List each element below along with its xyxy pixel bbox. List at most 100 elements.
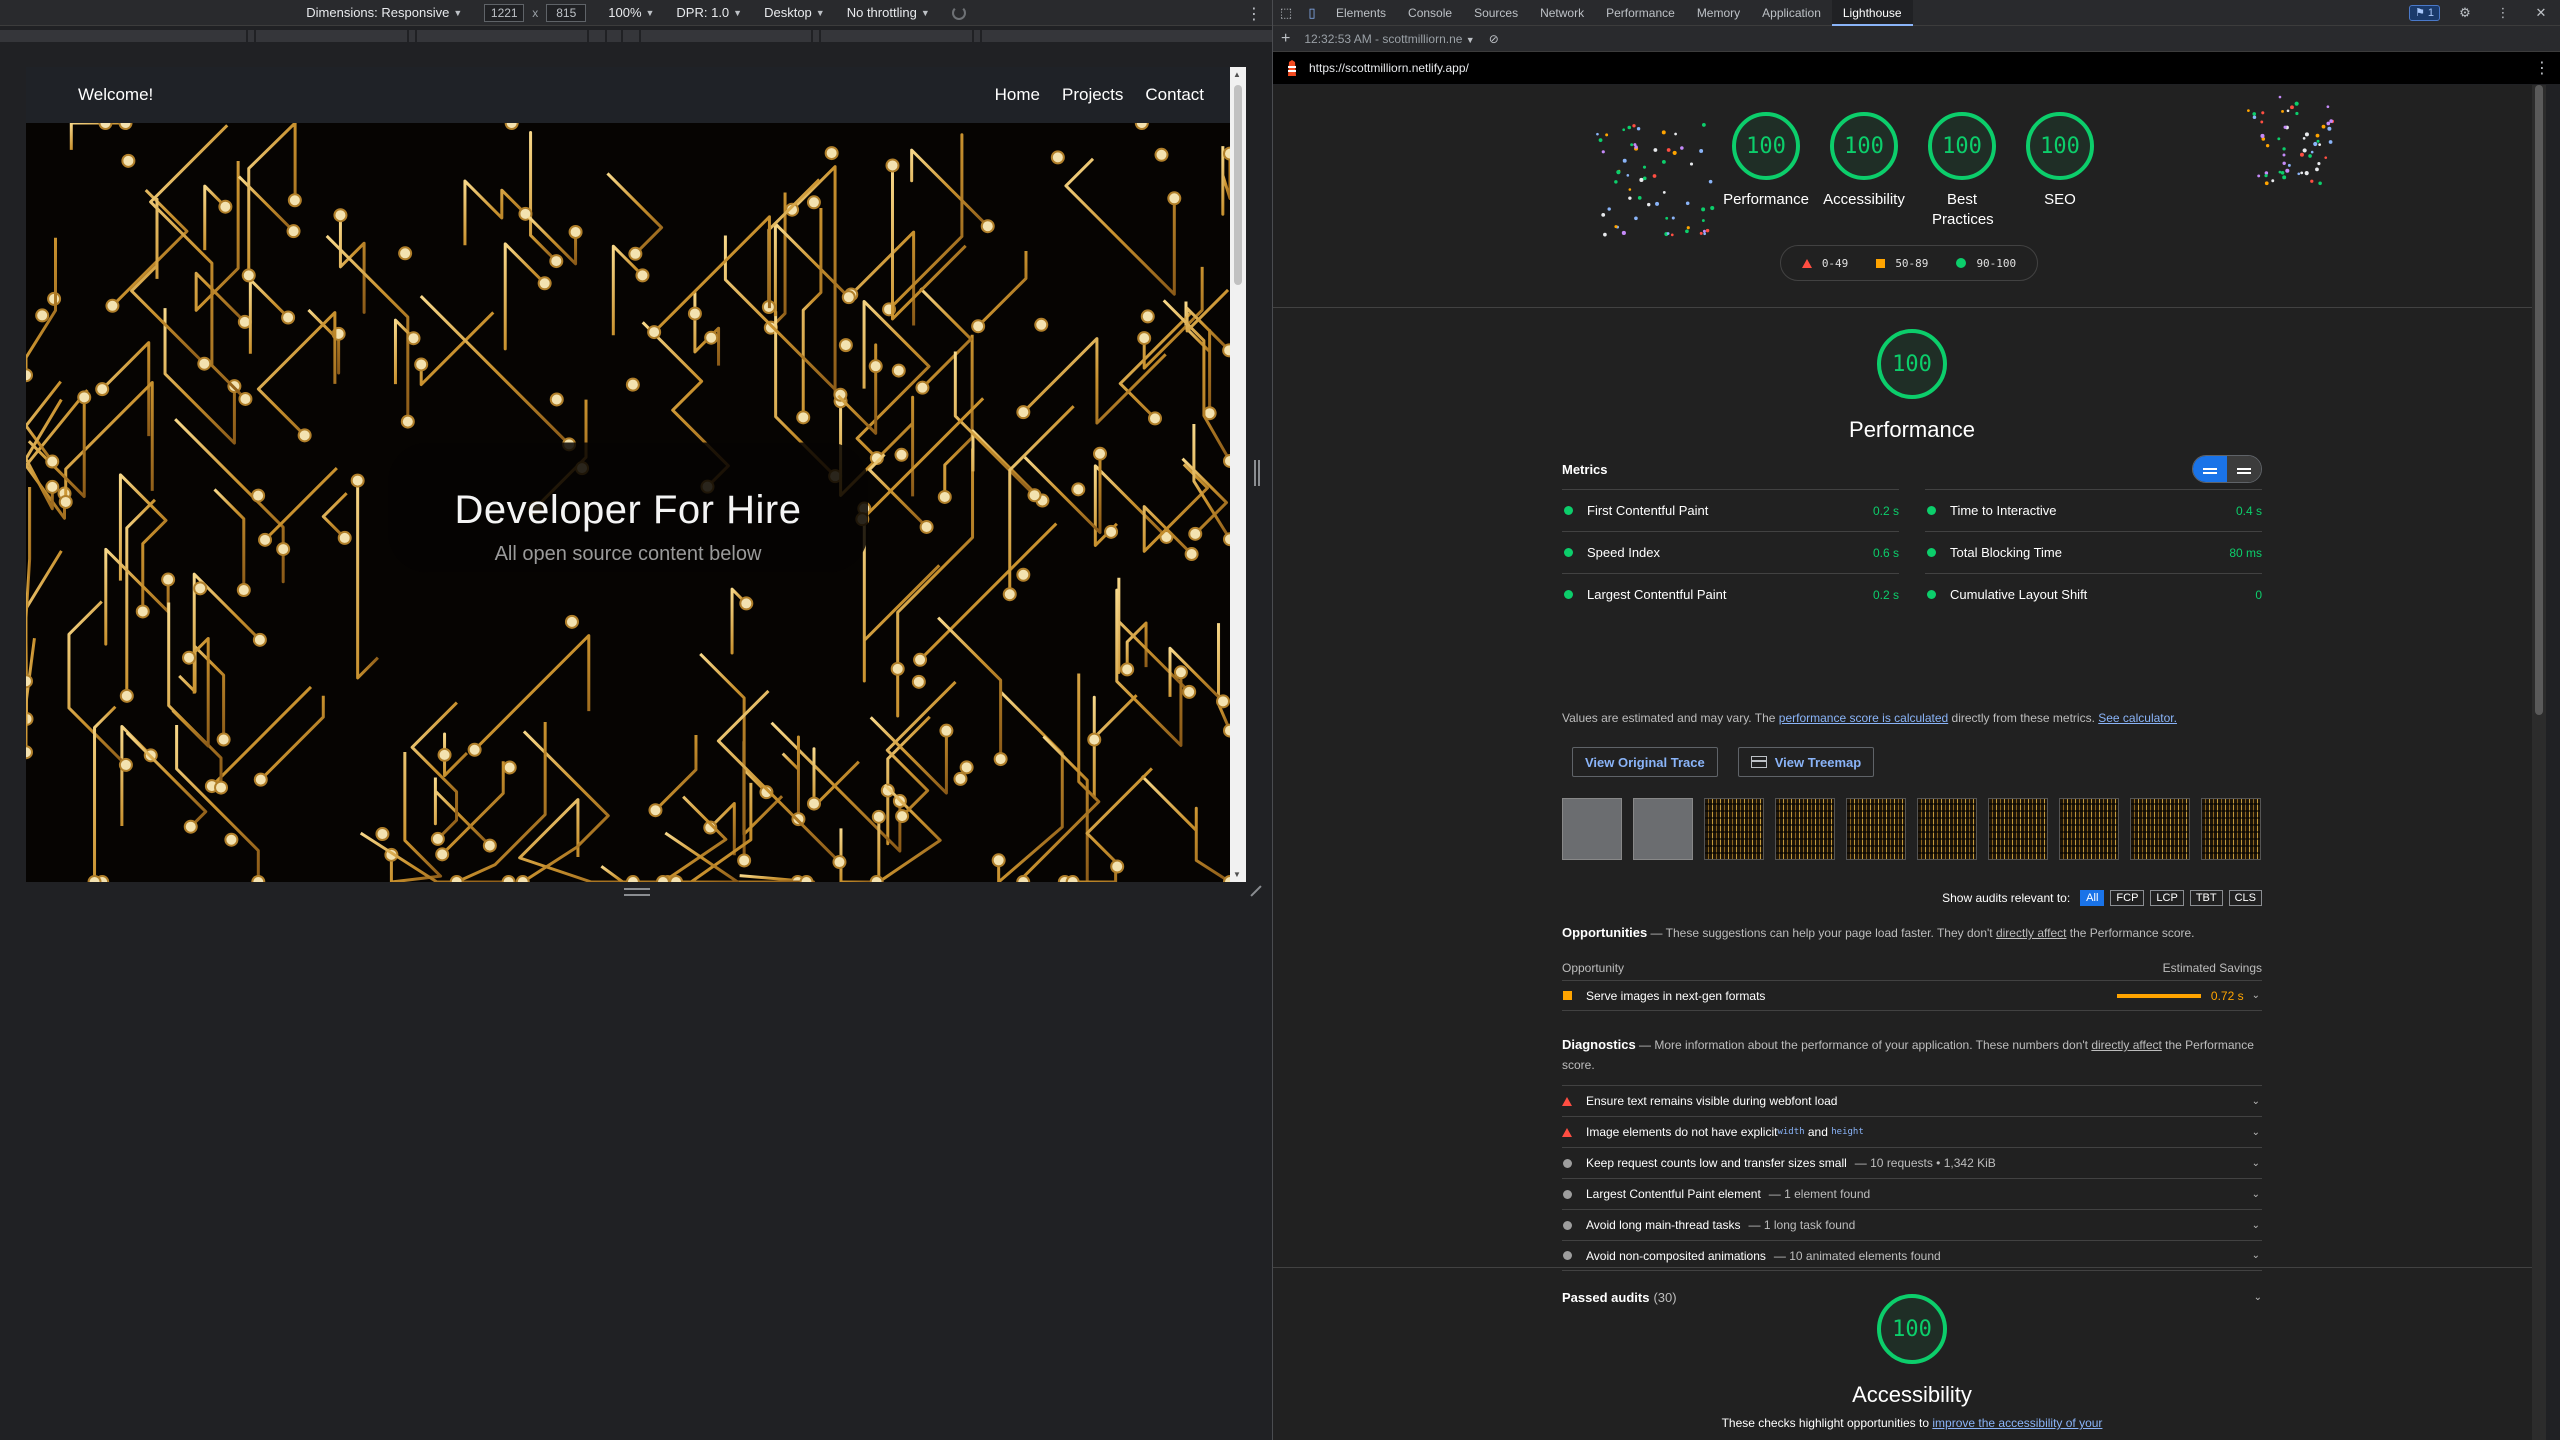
chevron-down-icon[interactable]: ⌄: [2252, 990, 2262, 1001]
chevron-down-icon[interactable]: ⌄: [2252, 1096, 2262, 1107]
emulated-viewport: Welcome! Home Projects Contact Developer…: [26, 67, 1246, 882]
media-query-segment[interactable]: [640, 30, 811, 42]
audit-row[interactable]: Image elements do not have explicit widt…: [1562, 1116, 2262, 1147]
close-icon[interactable]: ✕: [2528, 0, 2554, 26]
report-selector[interactable]: 12:32:53 AM - scottmilliorn.ne ▼: [1304, 32, 1474, 46]
scroll-up-icon[interactable]: ▲: [1233, 70, 1241, 79]
treemap-icon: [1750, 756, 1767, 768]
tab-network[interactable]: Network: [1529, 0, 1595, 26]
circuit-trace: [716, 689, 841, 864]
media-query-segment[interactable]: [820, 30, 973, 42]
media-query-segment[interactable]: [0, 30, 246, 42]
gauge-accessibility[interactable]: 100 Accessibility: [1820, 112, 1908, 230]
circuit-pad: [1050, 150, 1065, 165]
section-title-performance: Performance: [1849, 417, 1975, 442]
audit-row[interactable]: Ensure text remains visible during webfo…: [1562, 1085, 2262, 1116]
gauge-ring: 100: [1830, 112, 1898, 180]
tab-sources[interactable]: Sources: [1463, 0, 1529, 26]
scrollbar-thumb[interactable]: [2535, 85, 2543, 715]
expanded-view-button[interactable]: [2227, 456, 2261, 482]
media-query-segment[interactable]: [812, 30, 819, 42]
rotate-button[interactable]: [951, 5, 966, 20]
more-options-icon[interactable]: ⋮: [2534, 58, 2550, 78]
zoom-dropdown[interactable]: 100% ▼: [608, 5, 654, 20]
media-query-segment[interactable]: [417, 30, 588, 42]
media-query-segment[interactable]: [247, 30, 254, 42]
audit-row[interactable]: Serve images in next-gen formats 0.72 s …: [1562, 980, 2262, 1011]
media-query-bar[interactable]: [0, 30, 1272, 42]
audit-row[interactable]: Keep request counts low and transfer siz…: [1562, 1147, 2262, 1178]
nav-link-home[interactable]: Home: [995, 85, 1040, 105]
chevron-down-icon[interactable]: ⌄: [2252, 1158, 2262, 1169]
circuit-pad: [467, 742, 482, 757]
media-query-segment[interactable]: [255, 30, 408, 42]
view-original-trace-button[interactable]: View Original Trace: [1572, 747, 1718, 777]
nav-link-projects[interactable]: Projects: [1062, 85, 1123, 105]
throttling-dropdown[interactable]: No throttling ▼: [847, 5, 930, 20]
media-query-segment[interactable]: [409, 30, 416, 42]
tab-lighthouse[interactable]: Lighthouse: [1831, 0, 1913, 26]
gauge-performance[interactable]: 100 Performance: [1722, 112, 1810, 230]
height-input[interactable]: 815: [546, 3, 587, 22]
see-calculator-link[interactable]: See calculator.: [2098, 711, 2177, 725]
chevron-down-icon[interactable]: ⌄: [2252, 1250, 2262, 1261]
resize-handle-corner[interactable]: [1249, 885, 1261, 897]
report-url[interactable]: https://scottmilliorn.netlify.app/: [1309, 61, 1469, 75]
nav-link-contact[interactable]: Contact: [1145, 85, 1204, 105]
view-treemap-button[interactable]: View Treemap: [1737, 747, 1875, 777]
inspect-element-icon[interactable]: ⬚: [1273, 0, 1299, 26]
filter-cls[interactable]: CLS: [2228, 890, 2262, 906]
filter-all[interactable]: All: [2080, 890, 2105, 906]
circuit-trace: [130, 197, 206, 365]
filter-lcp[interactable]: LCP: [2150, 890, 2184, 906]
issues-badge[interactable]: ⚑ 1: [2408, 5, 2440, 21]
more-options-icon[interactable]: ⋮: [2490, 0, 2516, 26]
tab-console[interactable]: Console: [1397, 0, 1463, 26]
width-input[interactable]: 1221: [484, 3, 525, 22]
media-query-segment[interactable]: [589, 30, 606, 42]
filter-tbt[interactable]: TBT: [2189, 890, 2223, 906]
resize-handle-bottom[interactable]: [624, 888, 650, 896]
device-type-dropdown[interactable]: Desktop ▼: [764, 5, 825, 20]
confetti-dot: [2282, 175, 2287, 180]
media-query-segment[interactable]: [974, 30, 981, 42]
gauge-seo[interactable]: 100 SEO: [2016, 112, 2104, 230]
scrollbar-thumb[interactable]: [1234, 85, 1242, 285]
improve-accessibility-link[interactable]: improve the accessibility of your: [1932, 1416, 2102, 1430]
compact-view-button[interactable]: [2193, 456, 2227, 482]
gear-icon[interactable]: ⚙: [2452, 0, 2478, 26]
chevron-down-icon[interactable]: ⌄: [2252, 1189, 2262, 1200]
filter-fcp[interactable]: FCP: [2110, 890, 2145, 906]
media-query-segment[interactable]: [607, 30, 622, 42]
report-scrollbar[interactable]: [2532, 85, 2546, 1440]
metrics-view-toggle[interactable]: [2192, 455, 2262, 483]
more-options-icon[interactable]: ⋮: [1246, 4, 1262, 24]
audit-row[interactable]: Largest Contentful Paint element — 1 ele…: [1562, 1178, 2262, 1209]
directly-affect-link[interactable]: directly affect: [2091, 1038, 2161, 1052]
gauge-best-practices[interactable]: 100 Best Practices: [1918, 112, 2006, 230]
media-query-segment[interactable]: [623, 30, 639, 42]
confetti-dot: [1685, 201, 1690, 206]
media-query-segment[interactable]: [982, 30, 1272, 42]
site-brand[interactable]: Welcome!: [78, 85, 153, 105]
tab-application[interactable]: Application: [1751, 0, 1832, 26]
tab-elements[interactable]: Elements: [1325, 0, 1397, 26]
audit-row[interactable]: Avoid long main-thread tasks — 1 long ta…: [1562, 1209, 2262, 1240]
resize-handle-right[interactable]: [1254, 460, 1260, 486]
dpr-dropdown[interactable]: DPR: 1.0 ▼: [676, 5, 742, 20]
circuit-pad: [449, 875, 464, 882]
viewport-scrollbar[interactable]: ▲ ▼: [1230, 67, 1246, 882]
circuit-trace: [256, 311, 337, 437]
new-report-icon[interactable]: +: [1281, 30, 1290, 48]
tab-performance[interactable]: Performance: [1595, 0, 1686, 26]
tab-memory[interactable]: Memory: [1686, 0, 1751, 26]
dimensions-dropdown[interactable]: Dimensions: Responsive ▼: [306, 5, 462, 20]
chevron-down-icon[interactable]: ⌄: [2252, 1220, 2262, 1231]
scroll-down-icon[interactable]: ▼: [1233, 870, 1241, 879]
device-toggle-icon[interactable]: ▯: [1299, 0, 1325, 26]
chevron-down-icon[interactable]: ⌄: [2252, 1127, 2262, 1138]
score-calculated-link[interactable]: performance score is calculated: [1779, 711, 1948, 725]
directly-affect-link[interactable]: directly affect: [1996, 926, 2066, 940]
caret-down-icon: ▼: [453, 7, 463, 18]
clear-icon[interactable]: ⊘: [1489, 32, 1499, 46]
